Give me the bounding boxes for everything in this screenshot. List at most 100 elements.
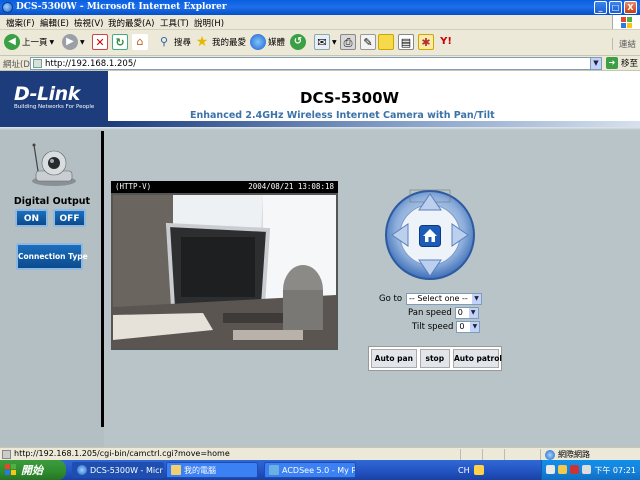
goto-selected-value: -- Select one -- [409, 294, 468, 303]
minimize-button[interactable]: _ [594, 1, 607, 14]
clock: 下午 07:21 [594, 466, 636, 475]
discuss-button[interactable] [378, 34, 394, 50]
goto-label: Go to [379, 294, 403, 304]
forward-arrow-icon: ▶ [62, 34, 78, 50]
taskbar-item-acdsee[interactable]: ACDSee 5.0 - My Pict... [264, 462, 356, 478]
banner: D-Link Building Networks For People DCS-… [0, 71, 640, 127]
windows-logo-icon [612, 15, 640, 29]
star-icon: ★ [195, 34, 209, 50]
tilt-up-button[interactable] [418, 193, 442, 211]
menu-help[interactable]: 說明(H) [194, 17, 224, 29]
taskbar-item-label: ACDSee 5.0 - My Pict... [282, 465, 356, 475]
chevron-down-icon[interactable]: ▼ [590, 58, 601, 69]
auto-pan-button[interactable]: Auto pan [371, 349, 417, 368]
stop-button[interactable]: stop [419, 349, 450, 368]
dlink-logo: D-Link Building Networks For People [0, 71, 108, 127]
address-input[interactable]: http://192.168.1.205/ ▼ [30, 57, 602, 70]
digital-output-off-button[interactable]: OFF [53, 209, 86, 227]
print-icon: ⎙ [340, 34, 356, 50]
header-divider [0, 127, 640, 130]
mail-button[interactable]: ✉ ▼ [314, 34, 337, 50]
maximize-button[interactable]: □ [609, 1, 622, 14]
yahoo-button[interactable]: Y! [438, 34, 454, 50]
search-button[interactable]: ⚲ 搜尋 [156, 34, 191, 50]
chevron-down-icon: ▼ [332, 38, 337, 46]
digital-output-on-button[interactable]: ON [15, 209, 48, 227]
security-zone: 網際網路 [545, 449, 590, 460]
back-button[interactable]: ◀ 上一頁 ▼ [4, 34, 54, 50]
taskbar-item-my-computer[interactable]: 我的電腦 [166, 462, 258, 478]
page-icon [33, 59, 42, 68]
tilt-speed-select[interactable]: 0 ▼ [456, 321, 481, 333]
refresh-button[interactable]: ↻ [112, 34, 128, 50]
tilt-speed-row: Tilt speed 0 ▼ [412, 321, 481, 333]
taskbar-item-ie[interactable]: DCS-5300W - Micros... [72, 462, 164, 478]
pan-speed-select[interactable]: 0 ▼ [454, 307, 479, 319]
messenger-button[interactable]: ▤ [398, 34, 414, 50]
title-bar: DCS-5300W - Microsoft Internet Explorer … [0, 0, 640, 15]
web-page: D-Link Building Networks For People DCS-… [0, 71, 640, 447]
model-subtitle: Enhanced 2.4GHz Wireless Internet Camera… [190, 110, 495, 121]
language-indicator[interactable]: CH [458, 465, 484, 475]
stop-button[interactable]: ✕ [92, 34, 108, 50]
address-url: http://192.168.1.205/ [45, 59, 137, 69]
start-button[interactable]: 開始 [0, 460, 66, 480]
pan-speed-label: Pan speed [408, 308, 452, 318]
logo-text: D-Link [14, 83, 80, 105]
tool-button[interactable]: ✱ [418, 34, 434, 50]
video-frame [113, 195, 336, 348]
links-label[interactable]: 連結 [611, 38, 636, 50]
menu-favorites[interactable]: 我的最愛(A) [108, 17, 154, 29]
digital-output-label: Digital Output [13, 196, 91, 207]
media-button[interactable]: 媒體 [250, 34, 285, 50]
pan-speed-row: Pan speed 0 ▼ [408, 307, 479, 319]
goto-row: Go to -- Select one -- ▼ [379, 293, 483, 305]
stop-icon: ✕ [92, 34, 108, 50]
home-button[interactable]: ⌂ [132, 34, 148, 50]
go-button[interactable]: ➜ 移至 [606, 57, 638, 69]
taskbar-item-label: DCS-5300W - Micros... [90, 465, 163, 475]
volume-icon[interactable] [582, 465, 591, 474]
internet-globe-icon [545, 449, 555, 460]
system-tray: 下午 07:21 [541, 460, 640, 480]
back-arrow-icon: ◀ [4, 34, 20, 50]
forward-button[interactable]: ▶ ▼ [62, 34, 85, 50]
acdsee-icon [269, 465, 279, 475]
favorites-label: 我的最愛 [212, 38, 247, 48]
goto-select[interactable]: -- Select one -- ▼ [406, 293, 483, 305]
close-button[interactable]: X [624, 1, 637, 14]
network-icon[interactable] [546, 465, 555, 474]
home-position-button[interactable] [419, 225, 441, 247]
favorites-button[interactable]: ★ 我的最愛 [194, 34, 246, 50]
taskbar-item-label: 我的電腦 [184, 465, 216, 475]
status-divider [504, 449, 505, 460]
video-timestamp: 2004/08/21 13:08:18 [248, 182, 334, 191]
auto-patrol-button[interactable]: Auto patrol [453, 349, 502, 368]
panel-divider [101, 131, 104, 427]
back-label: 上一頁 [22, 38, 48, 48]
address-label: 網址(D) [3, 60, 34, 70]
history-icon: ↺ [290, 34, 306, 50]
media-globe-icon [250, 34, 266, 50]
camera-icon [32, 143, 76, 186]
edit-button[interactable]: ✎ [360, 34, 376, 50]
pan-left-button[interactable] [391, 223, 409, 247]
ime-icon[interactable] [473, 465, 484, 475]
page-icon [2, 450, 11, 459]
menu-file[interactable]: 檔案(F) [6, 17, 35, 29]
tilt-down-button[interactable] [418, 259, 442, 277]
status-divider [482, 449, 483, 460]
menu-edit[interactable]: 編輯(E) [40, 17, 69, 29]
status-divider [460, 449, 461, 460]
antivirus-icon[interactable] [570, 465, 579, 474]
history-button[interactable]: ↺ [290, 34, 306, 50]
shield-icon[interactable] [558, 465, 567, 474]
print-button[interactable]: ⎙ [340, 34, 356, 50]
connection-type-button[interactable]: Connection Type [16, 243, 88, 270]
video-feed[interactable] [111, 193, 338, 350]
menu-view[interactable]: 檢視(V) [74, 17, 103, 29]
menu-tools[interactable]: 工具(T) [160, 17, 189, 29]
zone-label: 網際網路 [558, 450, 590, 459]
pan-right-button[interactable] [451, 223, 469, 247]
home-icon: ⌂ [132, 34, 148, 50]
